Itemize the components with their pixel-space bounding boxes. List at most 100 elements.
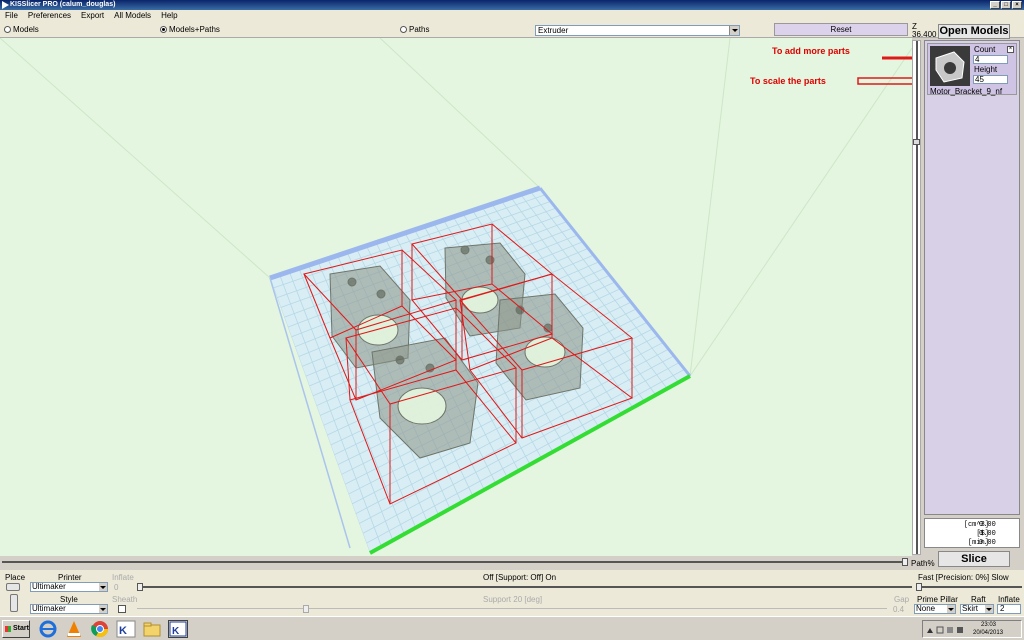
- support-slider-thumb[interactable]: [137, 583, 143, 591]
- sheath-checkbox[interactable]: [118, 605, 126, 613]
- height-label: Height: [974, 65, 998, 74]
- menu-all-models[interactable]: All Models: [114, 10, 151, 22]
- stats-value: 0.00: [979, 539, 996, 547]
- folder-icon[interactable]: [142, 620, 162, 638]
- open-models-button[interactable]: Open Models: [938, 24, 1010, 39]
- path-slider-thumb[interactable]: [902, 558, 908, 566]
- start-label: Start: [13, 625, 29, 632]
- support-angle-slider[interactable]: [137, 605, 887, 613]
- style-select-value: Ultimaker: [32, 604, 66, 613]
- place-button[interactable]: [6, 583, 20, 591]
- 3d-viewport[interactable]: To add more parts To scale the parts: [0, 38, 912, 556]
- close-icon[interactable]: ×: [1007, 46, 1014, 53]
- menu-bar: File Preferences Export All Models Help: [0, 10, 1024, 22]
- printer-label: Printer: [58, 573, 82, 582]
- stats-row: [$] 0.00: [925, 530, 1019, 539]
- radio-paths[interactable]: Paths: [400, 25, 429, 34]
- app-icon: [2, 1, 9, 9]
- radio-dot[interactable]: [4, 26, 11, 33]
- chevron-down-icon[interactable]: [947, 605, 955, 613]
- window-title: KISSlicer PRO (calum_douglas): [10, 1, 116, 8]
- model-card[interactable]: Count Height × Motor_Bracket_9_nf: [927, 43, 1017, 96]
- minimize-button[interactable]: _: [990, 1, 1000, 9]
- support-slider[interactable]: [137, 583, 912, 591]
- printer-select[interactable]: Ultimaker: [30, 582, 108, 592]
- kisslicer-active-icon[interactable]: K: [168, 620, 188, 638]
- support-angle-label: Support 20 [deg]: [483, 595, 543, 604]
- path-percent-slider[interactable]: [2, 558, 908, 566]
- kisslicer-icon[interactable]: K: [116, 620, 136, 638]
- build-plate-render: [0, 38, 912, 555]
- prime-pillar-select[interactable]: None: [914, 604, 956, 614]
- chrome-icon[interactable]: [90, 620, 110, 638]
- layer-slider-thumb[interactable]: [913, 139, 920, 145]
- raft-value: Skirt: [962, 604, 978, 613]
- start-button[interactable]: Start: [2, 620, 30, 638]
- extruder-select[interactable]: Extruder: [535, 25, 740, 36]
- chevron-down-icon[interactable]: [99, 605, 107, 613]
- precision-slider[interactable]: [916, 583, 1022, 591]
- raft-label: Raft: [971, 595, 986, 604]
- precision-slider-track: [916, 586, 1022, 588]
- stats-row: [cm^3] 0.00: [925, 521, 1019, 530]
- model-name: Motor_Bracket_9_nf: [930, 87, 1003, 96]
- chevron-down-icon[interactable]: [985, 605, 993, 613]
- reset-button[interactable]: Reset: [774, 23, 908, 36]
- inflate2-input[interactable]: 2: [997, 604, 1021, 614]
- chevron-down-icon[interactable]: [99, 583, 107, 591]
- support-toggle-label: Off [Support: Off] On: [483, 573, 557, 582]
- radio-models-label: Models: [13, 25, 39, 34]
- part-icon: [935, 51, 965, 83]
- support-angle-thumb[interactable]: [303, 605, 309, 613]
- gap-label: Gap: [894, 595, 910, 604]
- vlc-icon[interactable]: [64, 620, 84, 638]
- menu-export[interactable]: Export: [81, 10, 104, 22]
- layer-slider[interactable]: [912, 40, 921, 555]
- gap-value: 0.4: [893, 605, 905, 614]
- close-button[interactable]: ×: [1012, 1, 1022, 9]
- annotation-scale-parts: To scale the parts: [750, 76, 826, 86]
- place-vertical-button[interactable]: [10, 594, 18, 612]
- internet-explorer-icon[interactable]: [38, 620, 58, 638]
- menu-preferences[interactable]: Preferences: [28, 10, 71, 22]
- stats-value: 0.00: [979, 521, 996, 529]
- windows-flag-icon: [5, 626, 11, 632]
- style-select[interactable]: Ultimaker: [30, 604, 108, 614]
- z-readout: Z 36.400: [912, 23, 936, 39]
- maximize-button[interactable]: □: [1001, 1, 1011, 9]
- taskbar: Start K K 23:03 20/04/2013: [0, 616, 1024, 640]
- height-input[interactable]: [973, 75, 1008, 84]
- radio-models-paths-label: Models+Paths: [169, 25, 220, 34]
- inflate2-label: Inflate: [998, 595, 1020, 604]
- svg-text:K: K: [172, 626, 180, 637]
- radio-models-paths[interactable]: Models+Paths: [160, 25, 220, 34]
- radio-dot-selected[interactable]: [160, 26, 167, 33]
- extruder-select-value: Extruder: [538, 26, 569, 35]
- layer-slider-track: [916, 41, 918, 554]
- sheath-label: Sheath: [112, 595, 138, 604]
- tray-icons[interactable]: [927, 625, 971, 635]
- model-thumbnail[interactable]: [930, 46, 970, 86]
- settings-bar: Place Printer Inflate Ultimaker 0 Off [S…: [0, 570, 1024, 616]
- prime-pillar-label: Prime Pillar: [917, 595, 958, 604]
- count-input[interactable]: [973, 55, 1008, 64]
- slice-button[interactable]: Slice: [938, 551, 1010, 567]
- raft-select[interactable]: Skirt: [960, 604, 994, 614]
- radio-models[interactable]: Models: [4, 25, 39, 34]
- printer-select-value: Ultimaker: [32, 582, 66, 591]
- path-percent-label: Path%: [911, 559, 935, 568]
- clock-time: 23:03: [981, 622, 997, 628]
- count-label: Count: [974, 45, 996, 54]
- chevron-down-icon[interactable]: [729, 26, 739, 35]
- inflate-value: 0: [114, 583, 119, 592]
- menu-file[interactable]: File: [5, 10, 18, 22]
- precision-slider-thumb[interactable]: [916, 583, 922, 591]
- title-bar: KISSlicer PRO (calum_douglas) _ □ ×: [0, 0, 1024, 10]
- radio-dot[interactable]: [400, 26, 407, 33]
- stats-box: [cm^3] 0.00 [$] 0.00 [min] 0.00: [924, 518, 1020, 548]
- stats-row: [min] 0.00: [925, 539, 1019, 548]
- menu-help[interactable]: Help: [161, 10, 177, 22]
- stats-value: 0.00: [979, 530, 996, 538]
- precision-label: Fast [Precision: 0%] Slow: [918, 573, 1009, 582]
- place-label: Place: [5, 573, 26, 582]
